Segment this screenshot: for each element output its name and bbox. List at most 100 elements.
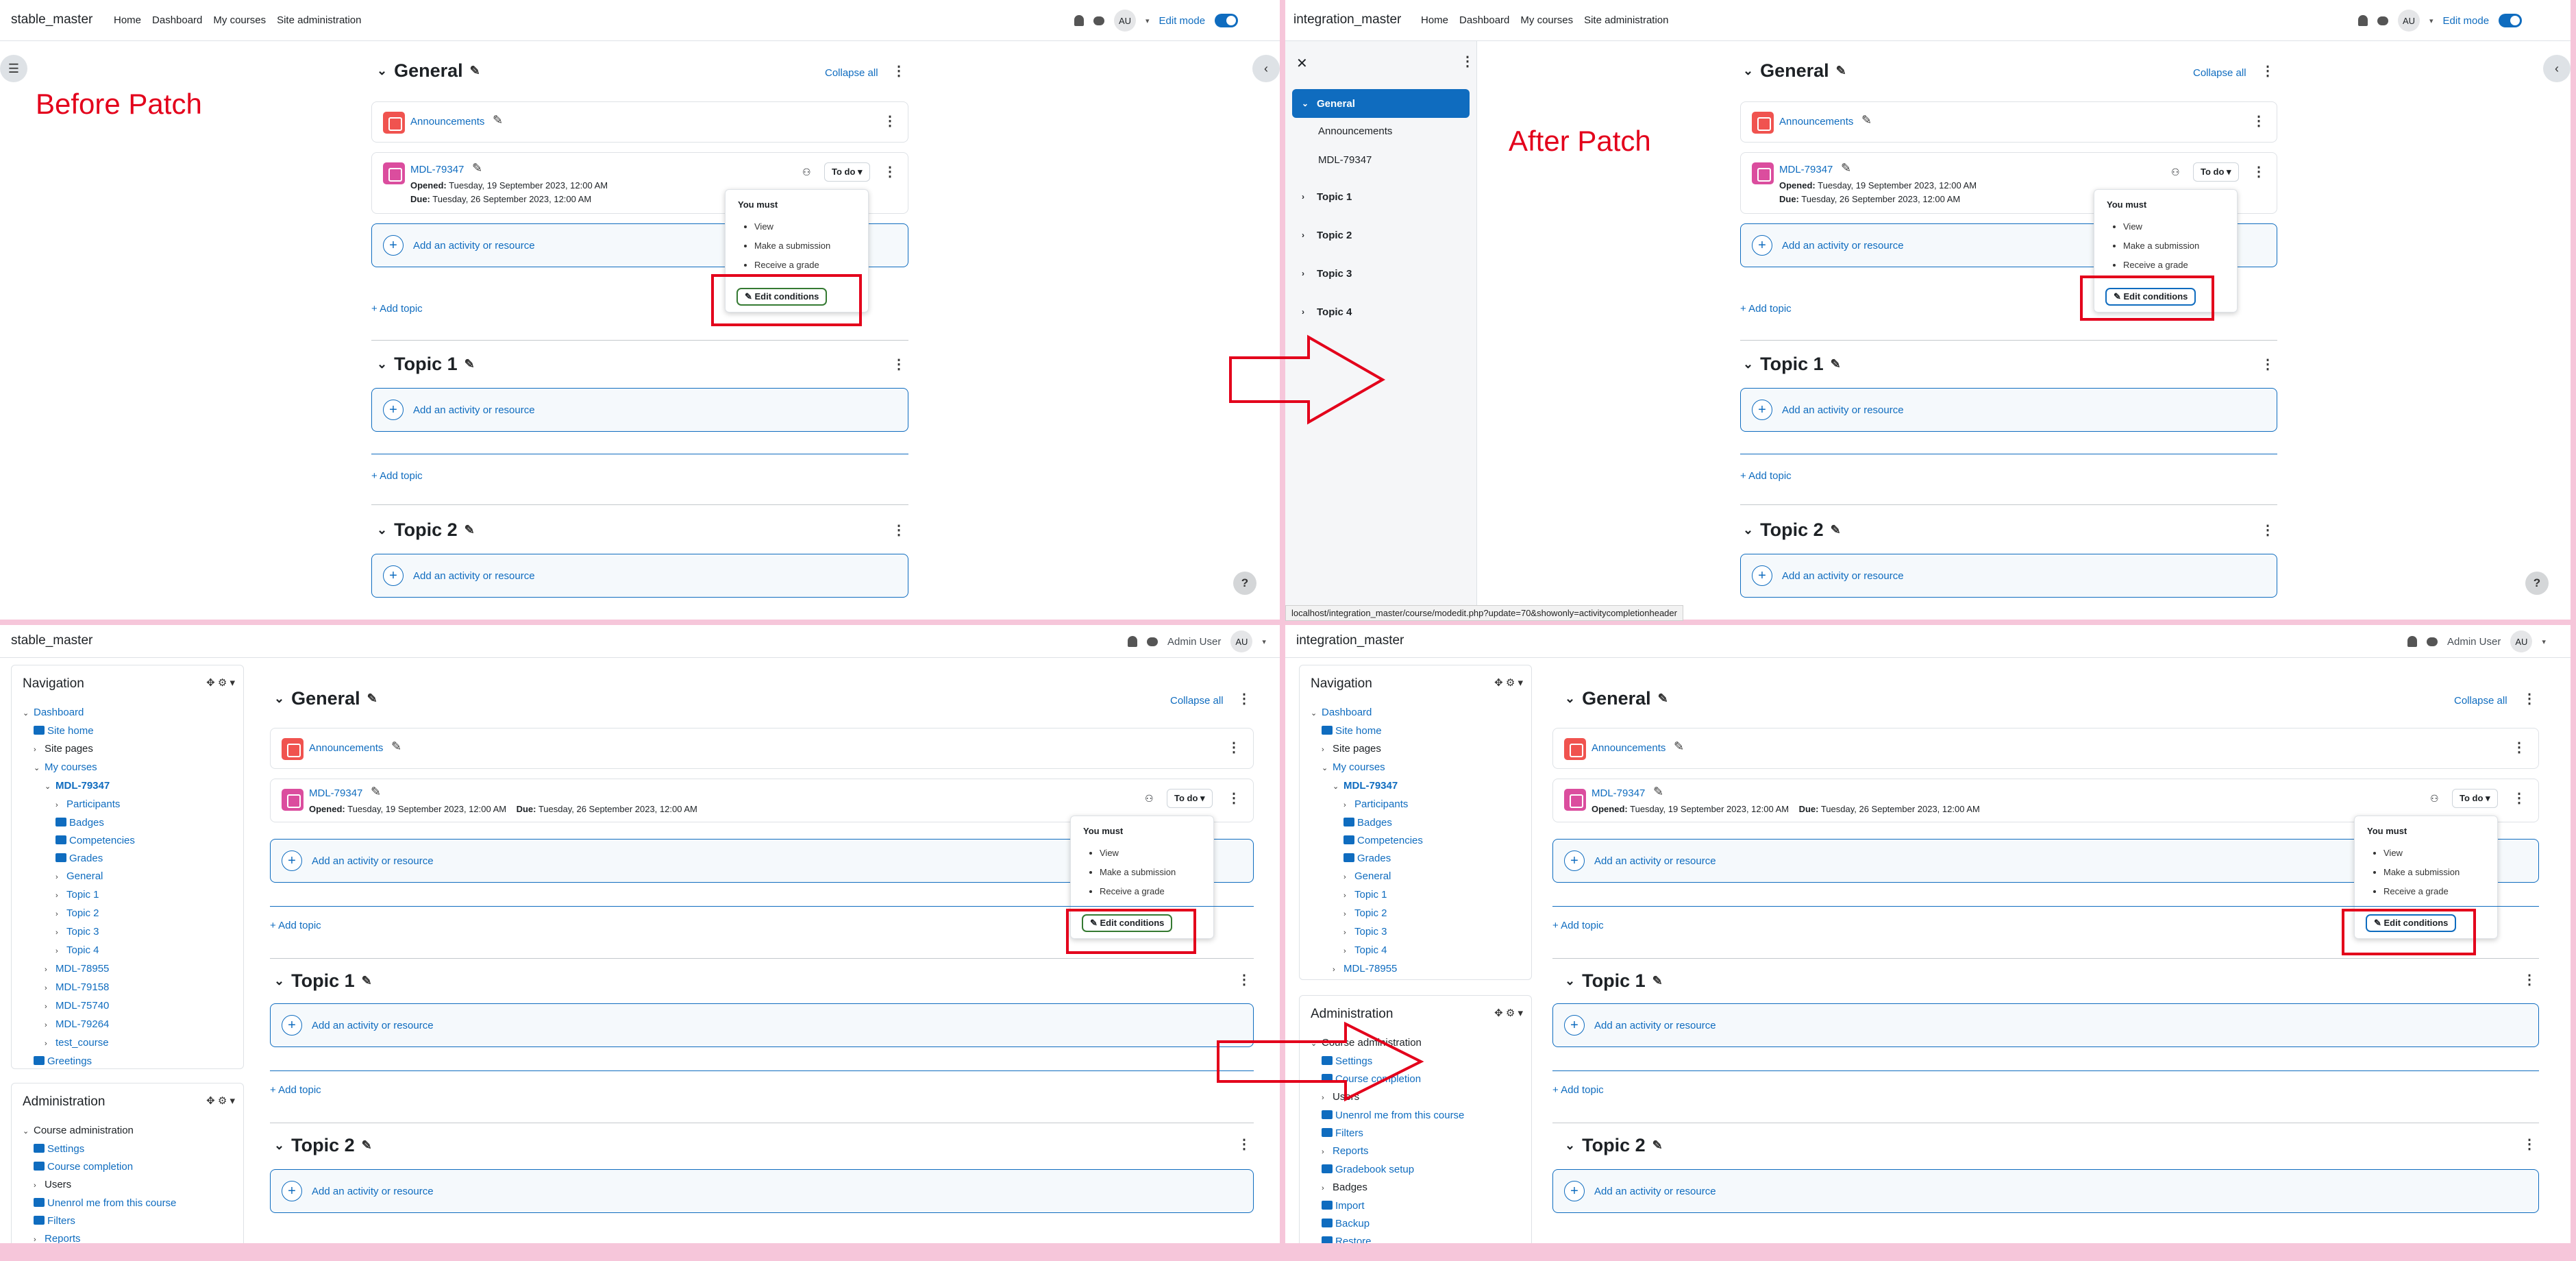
edit-pencil-icon[interactable]: ✎ [1831, 357, 1841, 371]
chevron-right-icon[interactable]: › [55, 924, 66, 942]
edit-pencil-icon[interactable]: ✎ [1674, 739, 1684, 754]
chevron-right-icon[interactable]: › [34, 1177, 45, 1195]
section-menu-kebab-icon[interactable]: ⋮ [892, 524, 906, 537]
section-general-title[interactable]: ⌄ General ✎ [274, 688, 377, 709]
user-name[interactable]: Admin User [2447, 636, 2501, 648]
completion-people-icon[interactable]: ⚇ [2171, 167, 2180, 178]
tree-item[interactable]: › Reports [1311, 1142, 1464, 1161]
user-name[interactable]: Admin User [1167, 636, 1221, 648]
add-activity-button[interactable]: + Add an activity or resource [1552, 1169, 2539, 1213]
tree-item[interactable]: › MDL-79158 [23, 979, 135, 997]
forum-name-link[interactable]: Announcements [1592, 742, 1665, 754]
block-controls[interactable]: ✥ ⚙ ▾ [206, 1094, 235, 1107]
tree-item[interactable]: ⌄ Dashboard [23, 704, 135, 722]
collapse-all-link[interactable]: Collapse all [1170, 695, 1224, 707]
chevron-down-icon[interactable]: ⌄ [377, 357, 387, 371]
tree-item[interactable]: › MDL-79264 [23, 1016, 135, 1034]
help-question-icon[interactable]: ? [1233, 572, 1256, 595]
chevron-down-icon[interactable]: ⌄ [45, 778, 55, 796]
section-topic1-title[interactable]: ⌄ Topic 1 ✎ [274, 970, 372, 992]
chevron-right-icon[interactable]: › [45, 1035, 55, 1053]
add-topic-link[interactable]: + Add topic [1552, 1084, 1604, 1096]
tree-item[interactable]: › Topic 3 [1311, 923, 1423, 942]
chevron-right-icon[interactable]: › [1343, 942, 1354, 960]
edit-pencil-icon[interactable]: ✎ [371, 785, 381, 799]
edit-pencil-icon[interactable]: ✎ [1652, 974, 1663, 988]
edit-pencil-icon[interactable]: ✎ [1861, 113, 1872, 127]
section-menu-kebab-icon[interactable]: ⋮ [892, 358, 906, 371]
completion-todo-dropdown[interactable]: To do ▾ [2193, 162, 2239, 182]
chevron-down-icon[interactable]: ▾ [1145, 16, 1150, 25]
section-menu-kebab-icon[interactable]: ⋮ [2523, 973, 2536, 987]
chevron-right-icon[interactable]: › [34, 741, 45, 759]
collapse-all-link[interactable]: Collapse all [2454, 695, 2507, 707]
activity-menu-kebab-icon[interactable]: ⋮ [1227, 792, 1241, 805]
chevron-right-icon[interactable]: › [45, 961, 55, 979]
chevron-down-icon[interactable]: ⌄ [274, 1138, 284, 1153]
completion-todo-dropdown[interactable]: To do ▾ [2452, 789, 2498, 808]
menu-home[interactable]: Home [114, 14, 141, 26]
chevron-right-icon[interactable]: › [1333, 961, 1343, 979]
edit-pencil-icon[interactable]: ✎ [470, 64, 480, 78]
tree-item[interactable]: › MDL-78955 [1311, 960, 1423, 979]
menu-site-administration[interactable]: Site administration [277, 14, 361, 26]
completion-people-icon[interactable]: ⚇ [2430, 793, 2439, 805]
block-controls[interactable]: ✥ ⚙ ▾ [206, 676, 235, 689]
chevron-down-icon[interactable]: ⌄ [274, 974, 284, 988]
assignment-name-link[interactable]: MDL-79347 [410, 164, 464, 175]
tree-item[interactable]: › MDL-78955 [23, 960, 135, 979]
add-activity-button[interactable]: + Add an activity or resource [270, 1169, 1254, 1213]
menu-dashboard[interactable]: Dashboard [152, 14, 202, 26]
completion-people-icon[interactable]: ⚇ [802, 167, 811, 178]
messages-icon[interactable] [1147, 637, 1158, 646]
section-topic2-title[interactable]: ⌄ Topic 2 ✎ [1743, 519, 1841, 541]
site-name[interactable]: stable_master [11, 12, 92, 27]
edit-pencil-icon[interactable]: ✎ [1658, 691, 1668, 706]
chevron-down-icon[interactable]: ⌄ [1743, 357, 1753, 371]
chevron-right-icon[interactable]: › [1343, 905, 1354, 923]
chevron-down-icon[interactable]: ⌄ [1565, 1138, 1575, 1153]
tree-item[interactable]: ⌄ My courses [1311, 759, 1423, 777]
chevron-right-icon[interactable]: › [1343, 924, 1354, 942]
chevron-right-icon[interactable]: › [45, 998, 55, 1016]
forum-name-link[interactable]: Announcements [1779, 116, 1853, 127]
collapse-all-link[interactable]: Collapse all [825, 67, 878, 79]
edit-pencil-icon[interactable]: ✎ [472, 161, 482, 175]
tree-item[interactable]: › Participants [23, 796, 135, 814]
tree-item[interactable]: Competencies [1311, 832, 1423, 850]
completion-people-icon[interactable]: ⚇ [1145, 793, 1154, 805]
tree-item[interactable]: ⌄ Dashboard [1311, 704, 1423, 722]
activity-menu-kebab-icon[interactable]: ⋮ [2512, 792, 2526, 805]
block-controls[interactable]: ✥ ⚙ ▾ [1494, 676, 1523, 689]
chevron-down-icon[interactable]: ⌄ [1333, 778, 1343, 796]
add-activity-button[interactable]: + Add an activity or resource [1740, 388, 2277, 432]
assignment-name-link[interactable]: MDL-79347 [1592, 787, 1645, 799]
tree-item[interactable]: Competencies [23, 832, 135, 850]
activity-menu-kebab-icon[interactable]: ⋮ [883, 165, 897, 179]
tree-item[interactable]: Unenrol me from this course [1311, 1107, 1464, 1125]
add-topic-link[interactable]: + Add topic [1552, 920, 1604, 931]
chevron-right-icon[interactable]: › [55, 796, 66, 814]
tree-item[interactable]: Filters [1311, 1125, 1464, 1142]
activity-menu-kebab-icon[interactable]: ⋮ [2512, 741, 2526, 755]
tree-item[interactable]: › Reports [23, 1230, 176, 1243]
chevron-right-icon[interactable]: › [1322, 1143, 1333, 1161]
tree-item[interactable]: › Topic 4 [23, 942, 135, 960]
section-general-title[interactable]: ⌄ General ✎ [1565, 688, 1668, 709]
tree-item[interactable]: › Participants [1311, 796, 1423, 814]
chevron-right-icon[interactable]: › [1343, 887, 1354, 905]
collapse-all-link[interactable]: Collapse all [2193, 67, 2246, 79]
chevron-down-icon[interactable]: ⌄ [274, 691, 284, 706]
chevron-right-icon[interactable]: › [55, 887, 66, 905]
assignment-name-link[interactable]: MDL-79347 [309, 787, 362, 799]
edit-pencil-icon[interactable]: ✎ [362, 974, 372, 988]
chevron-down-icon[interactable]: ⌄ [377, 64, 387, 78]
edit-pencil-icon[interactable]: ✎ [493, 113, 503, 127]
activity-menu-kebab-icon[interactable]: ⋮ [2252, 165, 2266, 179]
tree-item[interactable]: › Topic 2 [23, 905, 135, 923]
add-activity-button[interactable]: + Add an activity or resource [1740, 554, 2277, 598]
notifications-bell-icon[interactable] [2407, 636, 2417, 647]
completion-todo-dropdown[interactable]: To do ▾ [824, 162, 870, 182]
section-menu-kebab-icon[interactable]: ⋮ [2261, 64, 2275, 78]
chevron-right-icon[interactable]: › [1322, 741, 1333, 759]
